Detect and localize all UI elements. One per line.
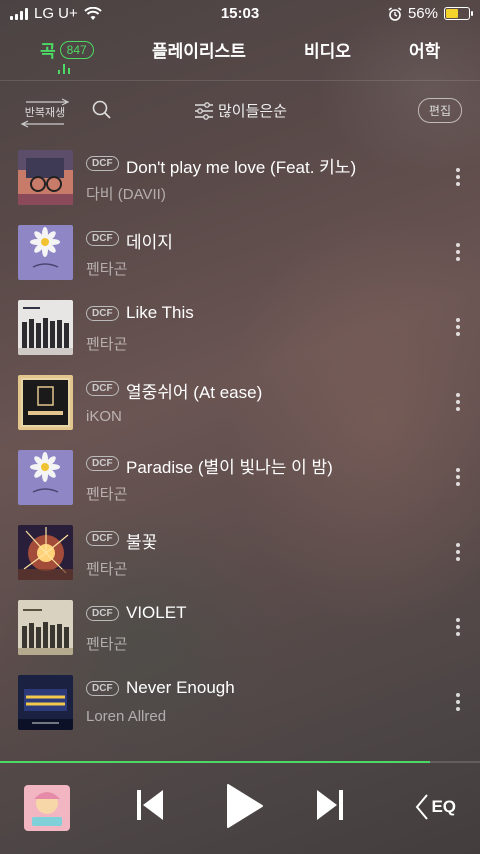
more-options-icon[interactable] <box>456 168 460 186</box>
now-playing-art[interactable] <box>24 785 70 831</box>
dcf-badge: DCF <box>86 606 119 621</box>
song-title: Paradise (별이 빛나는 이 밤) <box>126 458 333 477</box>
song-artist: 펜타곤 <box>86 636 128 653</box>
dcf-badge: DCF <box>86 681 119 696</box>
song-title: VIOLET <box>126 603 187 622</box>
album-art <box>18 225 73 280</box>
song-title: Never Enough <box>126 678 235 697</box>
song-row[interactable]: DCF 불꽃 펜타곤 <box>0 515 480 590</box>
song-title: 데이지 <box>126 233 173 252</box>
song-row[interactable]: DCF Paradise (별이 빛나는 이 밤) 펜타곤 <box>0 440 480 515</box>
list-toolbar: 반복재생 많이들은순 편집 <box>0 92 480 128</box>
album-art <box>18 450 73 505</box>
more-options-icon[interactable] <box>456 393 460 411</box>
song-count-badge: 847 <box>59 40 94 59</box>
more-options-icon[interactable] <box>456 318 460 336</box>
song-title: Don't play me love (Feat. 키노) <box>126 158 357 177</box>
tab-songs[interactable]: 곡 847 <box>40 37 94 62</box>
song-row[interactable]: DCF Never Enough Loren Allred <box>0 665 480 740</box>
status-bar: LG U+ 15:03 56% <box>0 0 480 28</box>
dcf-badge: DCF <box>86 531 119 546</box>
song-row[interactable]: DCF VIOLET 펜타곤 <box>0 590 480 665</box>
song-title: Like This <box>126 303 194 322</box>
dcf-badge: DCF <box>86 456 119 471</box>
song-artist: 펜타곤 <box>86 486 128 503</box>
song-row[interactable]: DCF 열중쉬어 (At ease) iKON <box>0 365 480 440</box>
album-art <box>18 375 73 430</box>
more-options-icon[interactable] <box>456 693 460 711</box>
song-row[interactable]: DCF Don't play me love (Feat. 키노) 다비 (DA… <box>0 140 480 215</box>
battery-percent: 56% <box>407 5 438 22</box>
previous-icon[interactable] <box>134 787 166 823</box>
more-options-icon[interactable] <box>456 468 460 486</box>
eq-icon <box>416 794 429 820</box>
more-options-icon[interactable] <box>456 243 460 261</box>
tab-language[interactable]: 어학 <box>409 37 440 62</box>
song-artist: 다비 (DAVII) <box>86 186 166 203</box>
eq-button[interactable]: EQ <box>415 793 456 821</box>
eq-label: EQ <box>431 797 456 816</box>
song-title: 열중쉬어 (At ease) <box>126 383 263 402</box>
song-row[interactable]: DCF Like This 펜타곤 <box>0 290 480 365</box>
repeat-label: 반복재생 <box>24 107 66 119</box>
next-icon[interactable] <box>314 787 346 823</box>
sort-label: 많이들은순 <box>218 103 288 120</box>
tab-playlist[interactable]: 플레이리스트 <box>152 37 246 62</box>
song-artist: 펜타곤 <box>86 261 128 278</box>
edit-button[interactable]: 편집 <box>417 98 462 123</box>
album-art <box>18 675 73 730</box>
tab-bar: 곡 847 플레이리스트 비디오 어학 <box>0 34 480 80</box>
repeat-button[interactable]: 반복재생 <box>18 98 72 128</box>
song-artist: Loren Allred <box>86 708 167 725</box>
dcf-badge: DCF <box>86 381 119 396</box>
album-art <box>18 600 73 655</box>
alarm-icon <box>388 6 402 21</box>
battery-icon <box>444 7 473 20</box>
dcf-badge: DCF <box>86 231 119 246</box>
album-art <box>18 150 73 205</box>
play-icon[interactable] <box>224 783 264 829</box>
song-artist: 펜타곤 <box>86 561 128 578</box>
dcf-badge: DCF <box>86 306 119 321</box>
tab-divider <box>0 80 480 81</box>
tab-songs-label: 곡 <box>40 42 56 61</box>
song-artist: 펜타곤 <box>86 336 128 353</box>
more-options-icon[interactable] <box>456 543 460 561</box>
song-row[interactable]: DCF 데이지 펜타곤 <box>0 215 480 290</box>
mini-player: EQ <box>0 763 480 854</box>
dcf-badge: DCF <box>86 156 119 171</box>
song-artist: iKON <box>86 408 122 425</box>
sort-sliders-icon <box>195 101 213 120</box>
tab-video[interactable]: 비디오 <box>304 37 351 62</box>
album-art <box>18 300 73 355</box>
playing-indicator-icon <box>58 64 70 74</box>
more-options-icon[interactable] <box>456 618 460 636</box>
sort-button[interactable]: 많이들은순 <box>194 100 287 121</box>
search-icon[interactable] <box>92 100 112 120</box>
album-art <box>18 525 73 580</box>
song-title: 불꽃 <box>126 533 158 552</box>
